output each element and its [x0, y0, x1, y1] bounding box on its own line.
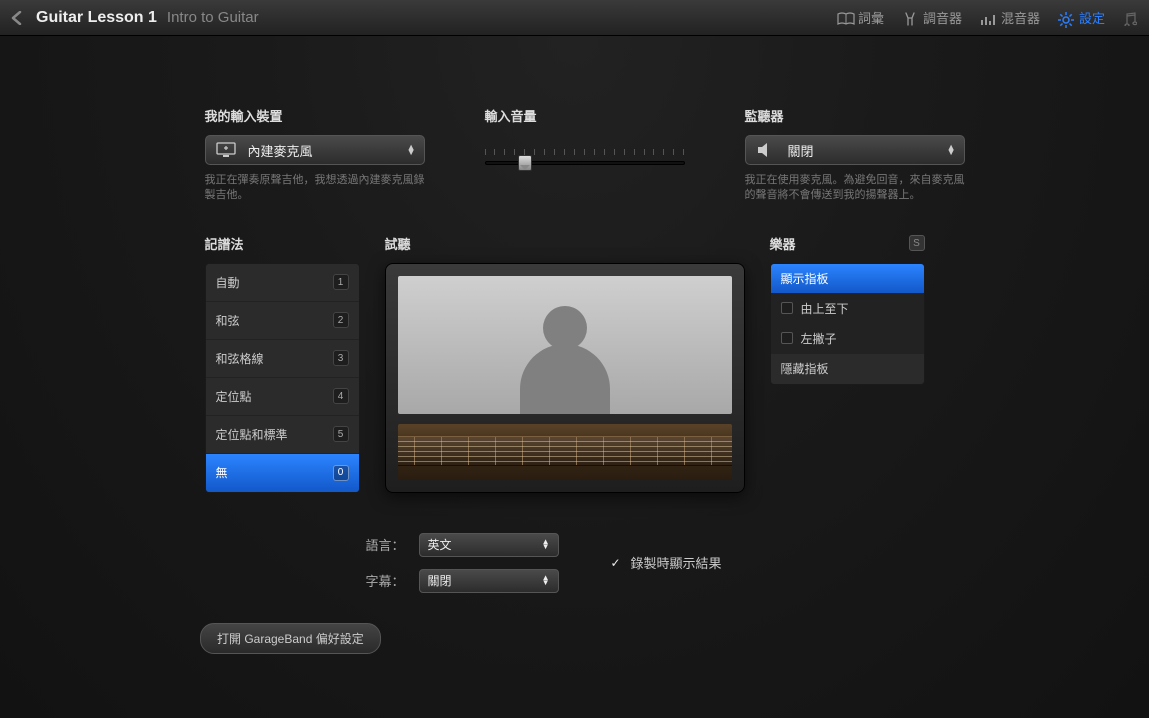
notation-item-0[interactable]: 自動 1: [206, 264, 359, 302]
instrument-item-label: 顯示指板: [781, 270, 829, 287]
checkmark-icon: ✓: [609, 556, 623, 570]
toolbar-mixer[interactable]: 混音器: [980, 8, 1040, 27]
subtitle-dropdown[interactable]: 關閉 ▲▼: [419, 569, 559, 593]
toolbar-glossary[interactable]: 詞彙: [837, 8, 884, 27]
monitor-dropdown[interactable]: 關閉 ▲▼: [745, 135, 965, 165]
language-dropdown[interactable]: 英文 ▲▼: [419, 533, 559, 557]
notation-item-5[interactable]: 無0: [206, 454, 359, 492]
toolbar-glossary-label: 詞彙: [858, 8, 884, 27]
monitor-section: 監聽器 關閉 ▲▼ 我正在使用麥克風。為避免回音，來自麥克風的聲音將不會傳送到我…: [745, 106, 965, 204]
input-volume-section: 輸入音量: [485, 106, 685, 204]
monitor-value: 關閉: [778, 141, 947, 160]
monitor-icon: [214, 142, 238, 158]
slider-thumb[interactable]: [518, 155, 532, 171]
shortcut-badge: 1: [333, 274, 349, 290]
instrument-item-label: 左撇子: [801, 330, 837, 347]
notation-item-label: 定位點: [216, 388, 252, 405]
instrument-item-1[interactable]: 由上至下: [771, 294, 924, 324]
instrument-item-2[interactable]: 左撇子: [771, 324, 924, 354]
mixer-icon: [980, 12, 996, 24]
notation-item-4[interactable]: 定位點和標準 5: [206, 416, 359, 454]
language-label: 語言：: [355, 535, 405, 554]
checkbox-icon: [781, 302, 793, 314]
input-volume-label: 輸入音量: [485, 106, 537, 125]
notation-section: 記譜法 自動1和弦2和弦格線3定位點4定位點和標準5無0: [205, 234, 360, 493]
instrument-item-label: 隱藏指板: [781, 360, 829, 377]
input-device-value: 內建麥克風: [238, 141, 407, 160]
chevron-updown-icon: ▲▼: [542, 540, 550, 550]
show-results-label: 錄製時顯示結果: [631, 553, 722, 572]
preview-video-area: [398, 276, 732, 414]
instrument-item-0[interactable]: 顯示指板: [771, 264, 924, 294]
lesson-title: Guitar Lesson 1: [36, 9, 157, 27]
toolbar-tuner-label: 調音器: [923, 8, 962, 27]
lesson-subtitle: Intro to Guitar: [167, 9, 259, 26]
toolbar-mixer-label: 混音器: [1001, 8, 1040, 27]
subtitle-value: 關閉: [428, 572, 542, 589]
notation-item-label: 和弦格線: [216, 350, 264, 367]
shortcut-badge: 3: [333, 350, 349, 366]
chevron-updown-icon: ▲▼: [542, 576, 550, 586]
shortcut-badge: 4: [333, 388, 349, 404]
chevron-updown-icon: ▲▼: [947, 145, 956, 156]
input-device-section: 我的輸入裝置 內建麥克風 ▲▼ 我正在彈奏原聲吉他，我想透過內建麥克風錄製吉他。: [205, 106, 425, 204]
shortcut-badge: 0: [333, 465, 349, 481]
shortcut-badge: 5: [333, 426, 349, 442]
open-preferences-button[interactable]: 打開 GarageBand 偏好設定: [200, 623, 381, 654]
toolbar-music[interactable]: [1123, 12, 1139, 24]
instrument-item-3[interactable]: 隱藏指板: [771, 354, 924, 384]
monitor-hint: 我正在使用麥克風。為避免回音，來自麥克風的聲音將不會傳送到我的揚聲器上。: [745, 173, 965, 204]
shortcut-badge[interactable]: S: [909, 235, 925, 251]
toolbar-tuner[interactable]: 調音器: [902, 8, 962, 27]
notation-item-label: 自動: [216, 274, 240, 291]
back-button[interactable]: [10, 11, 24, 25]
notation-item-label: 和弦: [216, 312, 240, 329]
show-results-checkbox[interactable]: ✓ 錄製時顯示結果: [609, 553, 722, 572]
input-device-hint: 我正在彈奏原聲吉他，我想透過內建麥克風錄製吉他。: [205, 173, 425, 204]
checkbox-icon: [781, 332, 793, 344]
notation-item-2[interactable]: 和弦格線 3: [206, 340, 359, 378]
top-bar: Guitar Lesson 1 Intro to Guitar 詞彙 調音器 混…: [0, 0, 1149, 36]
person-silhouette-icon: [520, 344, 610, 414]
input-device-dropdown[interactable]: 內建麥克風 ▲▼: [205, 135, 425, 165]
chevron-updown-icon: ▲▼: [407, 145, 416, 156]
preview-box: [385, 263, 745, 493]
subtitle-label: 字幕：: [355, 571, 405, 590]
speaker-icon: [754, 142, 778, 158]
music-note-icon: [1123, 12, 1139, 24]
settings-panel: 我的輸入裝置 內建麥克風 ▲▼ 我正在彈奏原聲吉他，我想透過內建麥克風錄製吉他。…: [0, 36, 1149, 718]
language-value: 英文: [428, 536, 542, 553]
instrument-section: 樂器 S 顯示指板由上至下左撇子隱藏指板: [770, 234, 925, 493]
input-device-label: 我的輸入裝置: [205, 106, 425, 125]
guitar-fretboard: [398, 436, 732, 466]
shortcut-badge: 2: [333, 312, 349, 328]
notation-item-label: 無: [216, 464, 228, 481]
toolbar-settings-label: 設定: [1079, 8, 1105, 27]
preview-fretboard-area: [398, 424, 732, 480]
tuning-fork-icon: [902, 12, 918, 24]
instrument-item-label: 由上至下: [801, 300, 849, 317]
gear-icon: [1058, 12, 1074, 24]
preview-label: 試聽: [385, 234, 745, 253]
toolbar-settings[interactable]: 設定: [1058, 8, 1105, 27]
instrument-label: 樂器: [770, 234, 796, 253]
monitor-label: 監聽器: [745, 106, 965, 125]
bottom-controls: 語言： 英文 ▲▼ 字幕： 關閉 ▲▼ ✓ 錄製時顯示結果: [205, 533, 945, 593]
book-icon: [837, 12, 853, 24]
input-volume-slider[interactable]: [485, 149, 685, 169]
notation-item-1[interactable]: 和弦 2: [206, 302, 359, 340]
notation-item-3[interactable]: 定位點 4: [206, 378, 359, 416]
notation-item-label: 定位點和標準: [216, 426, 288, 443]
preview-section: 試聽: [385, 234, 745, 493]
notation-label: 記譜法: [205, 234, 360, 253]
